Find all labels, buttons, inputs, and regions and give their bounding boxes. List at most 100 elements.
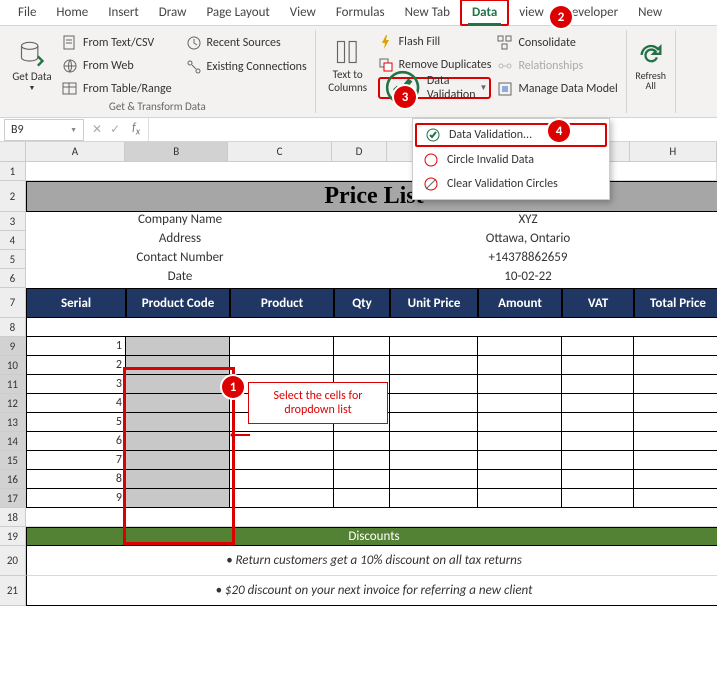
cell-total-price[interactable] <box>634 432 717 451</box>
menu-data-validation[interactable]: Data Validation... <box>415 123 607 147</box>
cell-product[interactable] <box>230 489 334 508</box>
cell-unit-price[interactable] <box>390 337 478 356</box>
col-header-a[interactable]: A <box>26 142 125 161</box>
tab-home[interactable]: Home <box>46 1 98 24</box>
cell-product-code[interactable] <box>126 432 230 451</box>
cell-amount[interactable] <box>478 394 562 413</box>
cell-serial[interactable]: 2 <box>26 356 126 375</box>
flash-fill-button[interactable]: Flash Fill <box>378 32 492 53</box>
tab-insert[interactable]: Insert <box>98 1 149 24</box>
cell-total-price[interactable] <box>634 489 717 508</box>
tab-view[interactable]: View <box>280 1 326 24</box>
get-data-button[interactable]: Get Data ▼ <box>8 32 56 100</box>
cell-qty[interactable] <box>334 337 390 356</box>
cell-qty[interactable] <box>334 451 390 470</box>
cell-vat[interactable] <box>562 470 634 489</box>
existing-connections-button[interactable]: Existing Connections <box>186 56 307 78</box>
menu-circle-invalid[interactable]: Circle Invalid Data <box>413 148 609 172</box>
cell-vat[interactable] <box>562 337 634 356</box>
cell-serial[interactable]: 5 <box>26 413 126 432</box>
table-row[interactable]: 7 <box>26 451 717 470</box>
from-text-csv-button[interactable]: From Text/CSV <box>62 32 172 53</box>
cell-product[interactable] <box>230 451 334 470</box>
table-row[interactable]: 1 <box>26 337 717 356</box>
cell-amount[interactable] <box>478 356 562 375</box>
cell-vat[interactable] <box>562 394 634 413</box>
cell-product-code[interactable] <box>126 356 230 375</box>
cell-vat[interactable] <box>562 451 634 470</box>
from-web-button[interactable]: From Web <box>62 55 172 76</box>
cell-unit-price[interactable] <box>390 489 478 508</box>
table-row[interactable]: 8 <box>26 470 717 489</box>
cell-product-code[interactable] <box>126 394 230 413</box>
tab-draw[interactable]: Draw <box>149 1 197 24</box>
cell-qty[interactable] <box>334 489 390 508</box>
col-header-h[interactable]: H <box>630 142 717 161</box>
cell-total-price[interactable] <box>634 337 717 356</box>
text-to-columns-button[interactable]: Text to Columns <box>324 32 372 100</box>
select-all-triangle[interactable] <box>0 142 26 161</box>
cell-product[interactable] <box>230 356 334 375</box>
cell-total-price[interactable] <box>634 451 717 470</box>
fx-icon[interactable]: fx <box>124 121 148 137</box>
cell-unit-price[interactable] <box>390 413 478 432</box>
tab-new[interactable]: New <box>628 1 672 24</box>
cell-amount[interactable] <box>478 413 562 432</box>
cell-serial[interactable]: 1 <box>26 337 126 356</box>
cell-serial[interactable]: 7 <box>26 451 126 470</box>
table-row[interactable]: 2 <box>26 356 717 375</box>
cell-amount[interactable] <box>478 451 562 470</box>
cell-total-price[interactable] <box>634 356 717 375</box>
enter-icon[interactable]: ✓ <box>106 122 124 137</box>
cell-vat[interactable] <box>562 432 634 451</box>
cell-amount[interactable] <box>478 432 562 451</box>
cell-serial[interactable]: 4 <box>26 394 126 413</box>
tab-new-tab[interactable]: New Tab <box>395 1 460 24</box>
col-header-c[interactable]: C <box>228 142 331 161</box>
cell-unit-price[interactable] <box>390 356 478 375</box>
cell-product-code[interactable] <box>126 375 230 394</box>
cell-total-price[interactable] <box>634 394 717 413</box>
cell-product[interactable] <box>230 337 334 356</box>
cell-product-code[interactable] <box>126 337 230 356</box>
cell-unit-price[interactable] <box>390 470 478 489</box>
from-table-range-button[interactable]: From Table/Range <box>62 78 172 99</box>
col-header-d[interactable]: D <box>332 142 388 161</box>
recent-sources-button[interactable]: Recent Sources <box>186 32 307 54</box>
cell-product[interactable] <box>230 470 334 489</box>
cell-product-code[interactable] <box>126 451 230 470</box>
tab-review[interactable]: view <box>509 1 554 24</box>
cell-unit-price[interactable] <box>390 451 478 470</box>
table-row[interactable]: 9 <box>26 489 717 508</box>
cell-total-price[interactable] <box>634 375 717 394</box>
cell-total-price[interactable] <box>634 470 717 489</box>
cell-serial[interactable]: 6 <box>26 432 126 451</box>
cell-unit-price[interactable] <box>390 375 478 394</box>
cell-vat[interactable] <box>562 413 634 432</box>
manage-data-model-button[interactable]: Manage Data Model <box>497 78 617 99</box>
cell-amount[interactable] <box>478 489 562 508</box>
tab-data[interactable]: Data <box>460 0 509 26</box>
cell-vat[interactable] <box>562 375 634 394</box>
cell-qty[interactable] <box>334 470 390 489</box>
cell-vat[interactable] <box>562 489 634 508</box>
tab-file[interactable]: File <box>8 1 46 24</box>
cell-amount[interactable] <box>478 337 562 356</box>
cell-product-code[interactable] <box>126 413 230 432</box>
col-header-b[interactable]: B <box>125 142 228 161</box>
cell-vat[interactable] <box>562 356 634 375</box>
cell-qty[interactable] <box>334 356 390 375</box>
name-box[interactable]: B9▼ <box>4 119 84 141</box>
cell-unit-price[interactable] <box>390 432 478 451</box>
cell-serial[interactable]: 8 <box>26 470 126 489</box>
table-row[interactable]: 6 <box>26 432 717 451</box>
cell-amount[interactable] <box>478 470 562 489</box>
cell-total-price[interactable] <box>634 413 717 432</box>
cell-unit-price[interactable] <box>390 394 478 413</box>
menu-clear-circles[interactable]: Clear Validation Circles <box>413 172 609 196</box>
cell-serial[interactable]: 3 <box>26 375 126 394</box>
consolidate-button[interactable]: Consolidate <box>497 32 617 53</box>
tab-page-layout[interactable]: Page Layout <box>196 1 279 24</box>
cell-qty[interactable] <box>334 432 390 451</box>
cell-serial[interactable]: 9 <box>26 489 126 508</box>
